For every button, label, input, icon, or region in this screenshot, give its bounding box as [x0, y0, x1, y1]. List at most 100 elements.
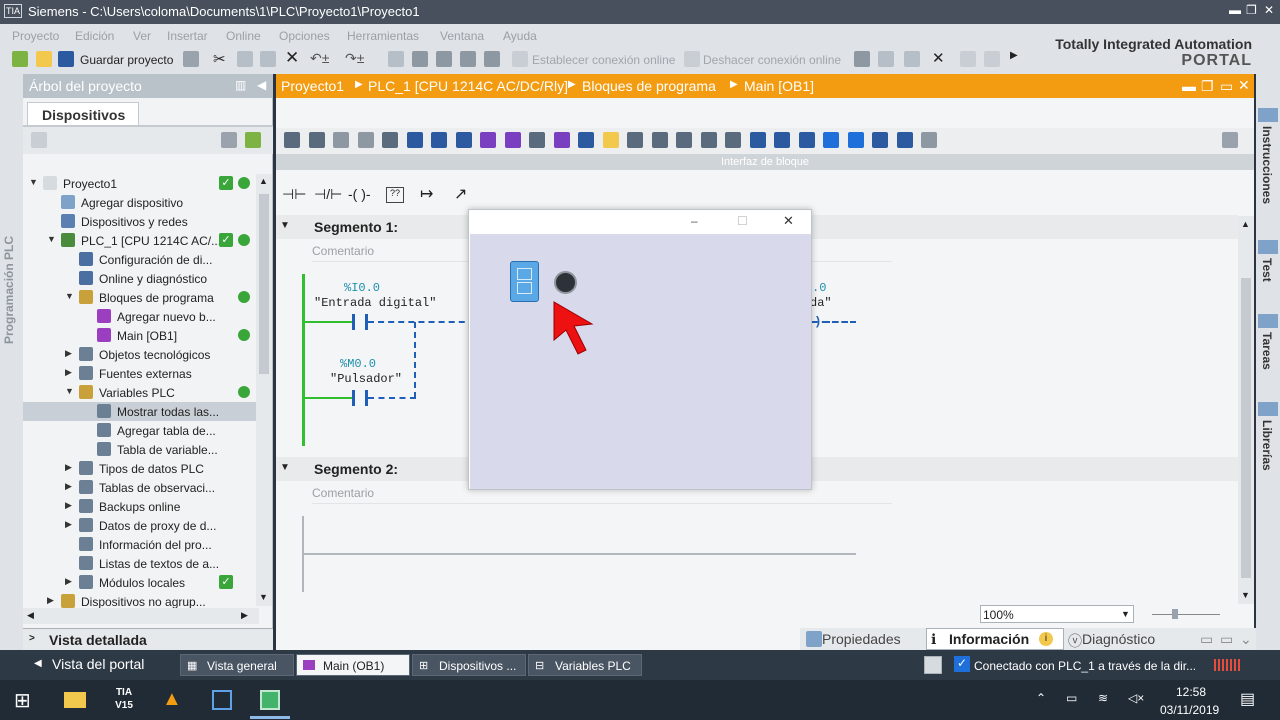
portal-view-button[interactable]: Vista del portal [52, 656, 144, 672]
editor-vscroll[interactable]: ▲ ▼ [1238, 216, 1254, 604]
expand-arrow-icon[interactable]: ▶ [65, 367, 72, 378]
editor-maximize-button[interactable]: ▭ [1220, 78, 1233, 95]
sim-maximize-button[interactable]: ☐ [737, 214, 748, 228]
download-icon[interactable] [412, 51, 428, 67]
editor-tool-icon[interactable] [504, 132, 521, 148]
inspector-maximize-icon[interactable]: ▭ [1220, 631, 1233, 648]
delete-icon[interactable]: ✕ [285, 48, 299, 68]
windows-start-icon[interactable]: ⊞ [14, 688, 31, 713]
tree-item[interactable]: Online y diagnóstico [23, 269, 258, 288]
go-online-button[interactable]: Establecer conexión online [532, 53, 675, 67]
tree-item[interactable]: Agregar nuevo b... [23, 307, 258, 326]
editor-tool-icon[interactable] [553, 132, 570, 148]
sim-minimize-button[interactable]: – [691, 214, 698, 228]
split-horizontal-icon[interactable] [960, 51, 976, 67]
editor-close-button[interactable]: ✕ [1238, 77, 1250, 94]
tree-item[interactable]: ▼ PLC_1 [CPU 1214C AC/... ✓ [23, 231, 258, 250]
empty-box-icon[interactable]: ?? [386, 187, 404, 203]
tree-item[interactable]: Tabla de variable... [23, 440, 258, 459]
coil-icon[interactable]: -( )- [348, 186, 371, 202]
sim-close-button[interactable]: ✕ [783, 213, 794, 229]
toggle-switch-icon[interactable] [510, 261, 539, 302]
minimize-button[interactable]: ▬ [1229, 3, 1241, 17]
notifications-icon[interactable]: ▤ [1240, 689, 1255, 709]
collapse-tree-icon[interactable]: ◀ [257, 78, 266, 92]
tab-variables-plc[interactable]: ⊟ Variables PLC [528, 654, 642, 676]
tree-hscroll[interactable]: ◀ ▶ [23, 608, 259, 624]
crumb-plc[interactable]: PLC_1 [CPU 1214C AC/DC/Rly] [368, 78, 568, 94]
crumb-main[interactable]: Main [OB1] [744, 78, 814, 94]
expand-arrow-icon[interactable]: ▶ [65, 519, 72, 530]
editor-tool-icon[interactable] [578, 132, 594, 148]
editor-tool-icon[interactable] [847, 132, 864, 148]
coil-address[interactable]: .0 [812, 281, 826, 295]
clock-time[interactable]: 12:58 [1176, 685, 1206, 699]
collapse-arrow-icon[interactable]: ▼ [65, 291, 74, 301]
tray-expand-icon[interactable]: ⌃ [1036, 691, 1046, 705]
close-branch-icon[interactable]: ↗ [454, 184, 467, 204]
startup-icon[interactable] [484, 51, 500, 67]
split-vertical-icon[interactable] [984, 51, 1000, 67]
left-vertical-tab[interactable]: Programación PLC [0, 74, 23, 650]
tree-item[interactable]: ▶ Fuentes externas [23, 364, 258, 383]
cross-reference-icon[interactable] [878, 51, 894, 67]
detail-view-toggle[interactable]: > Vista detallada [23, 628, 273, 650]
editor-minimize-button[interactable]: ▬ [1182, 78, 1196, 94]
tree-item[interactable]: ▼ Variables PLC [23, 383, 258, 402]
open-branch-icon[interactable]: ↦ [420, 184, 433, 204]
stop-runtime-icon[interactable]: ✕ [932, 49, 945, 67]
redo-icon[interactable]: ↷± [345, 50, 364, 67]
segment-1-collapse-icon[interactable]: ▼ [280, 220, 290, 231]
tree-item[interactable]: Mostrar todas las... [23, 402, 258, 421]
zoom-select[interactable]: 100% ▼ [980, 605, 1134, 623]
editor-tool-icon[interactable] [700, 132, 717, 148]
editor-tool-icon[interactable] [431, 132, 447, 148]
menu-insertar[interactable]: Insertar [167, 29, 208, 43]
plcsim-icon[interactable] [212, 690, 232, 710]
coil-name[interactable]: da" [810, 296, 832, 310]
copy-icon[interactable] [237, 51, 253, 67]
zoom-slider[interactable] [1152, 614, 1220, 615]
editor-tool-icon[interactable] [455, 132, 472, 148]
tree-item[interactable]: Configuración de di... [23, 250, 258, 269]
battery-icon[interactable]: ▭ [1066, 691, 1077, 705]
expand-arrow-icon[interactable]: ▶ [65, 481, 72, 492]
expand-arrow-icon[interactable]: ▶ [65, 500, 72, 511]
tab-dispositivos[interactable]: Dispositivos [27, 102, 139, 126]
pin-icon[interactable]: ▥ [235, 78, 246, 92]
crumb-program-blocks[interactable]: Bloques de programa [582, 78, 716, 94]
contact-2-name[interactable]: "Pulsador" [330, 372, 402, 386]
tab-informacion-container[interactable]: ℹ Información i [926, 628, 1064, 650]
editor-tool-icon[interactable] [284, 132, 300, 148]
editor-tool-icon[interactable] [308, 132, 325, 148]
tab-vista-general[interactable]: ▦ Vista general [180, 654, 294, 676]
save-icon[interactable] [58, 51, 74, 67]
editor-tool-icon[interactable] [749, 132, 766, 148]
editor-tool-icon[interactable] [872, 132, 888, 148]
tab-librerias[interactable]: Librerías [1260, 420, 1274, 471]
editor-tool-icon[interactable] [823, 132, 839, 148]
open-project-icon[interactable] [36, 51, 52, 67]
editor-tool-icon[interactable] [676, 132, 692, 148]
editor-tool-icon[interactable] [725, 132, 741, 148]
tab-diagnostico[interactable]: Diagnóstico [1082, 631, 1155, 647]
nc-contact-icon[interactable]: ⊣/⊢ [314, 186, 342, 203]
editor-float-button[interactable]: ❐ [1201, 78, 1214, 95]
simulation-icon[interactable] [460, 51, 476, 67]
tab-tareas[interactable]: Tareas [1260, 332, 1274, 370]
inspector-collapse-icon[interactable]: ⌄ [1240, 631, 1252, 648]
close-button[interactable]: ✕ [1264, 3, 1274, 17]
tree-item[interactable]: Información del pro... [23, 535, 258, 554]
tab-test[interactable]: Test [1260, 258, 1274, 282]
tree-overview-icon[interactable] [221, 132, 237, 148]
menu-proyecto[interactable]: Proyecto [12, 29, 59, 43]
go-offline-button[interactable]: Deshacer conexión online [703, 53, 841, 67]
expand-arrow-icon[interactable]: ▶ [65, 348, 72, 359]
tree-item[interactable]: ▶ Backups online [23, 497, 258, 516]
tab-propiedades[interactable]: Propiedades [822, 631, 901, 647]
editor-tool-icon[interactable] [480, 132, 496, 148]
inspector-restore-icon[interactable]: ▭ [1200, 631, 1213, 648]
vlc-icon[interactable]: ▲ [162, 688, 182, 711]
accessible-devices-icon[interactable] [854, 51, 870, 67]
collapse-arrow-icon[interactable]: ▼ [29, 177, 38, 187]
